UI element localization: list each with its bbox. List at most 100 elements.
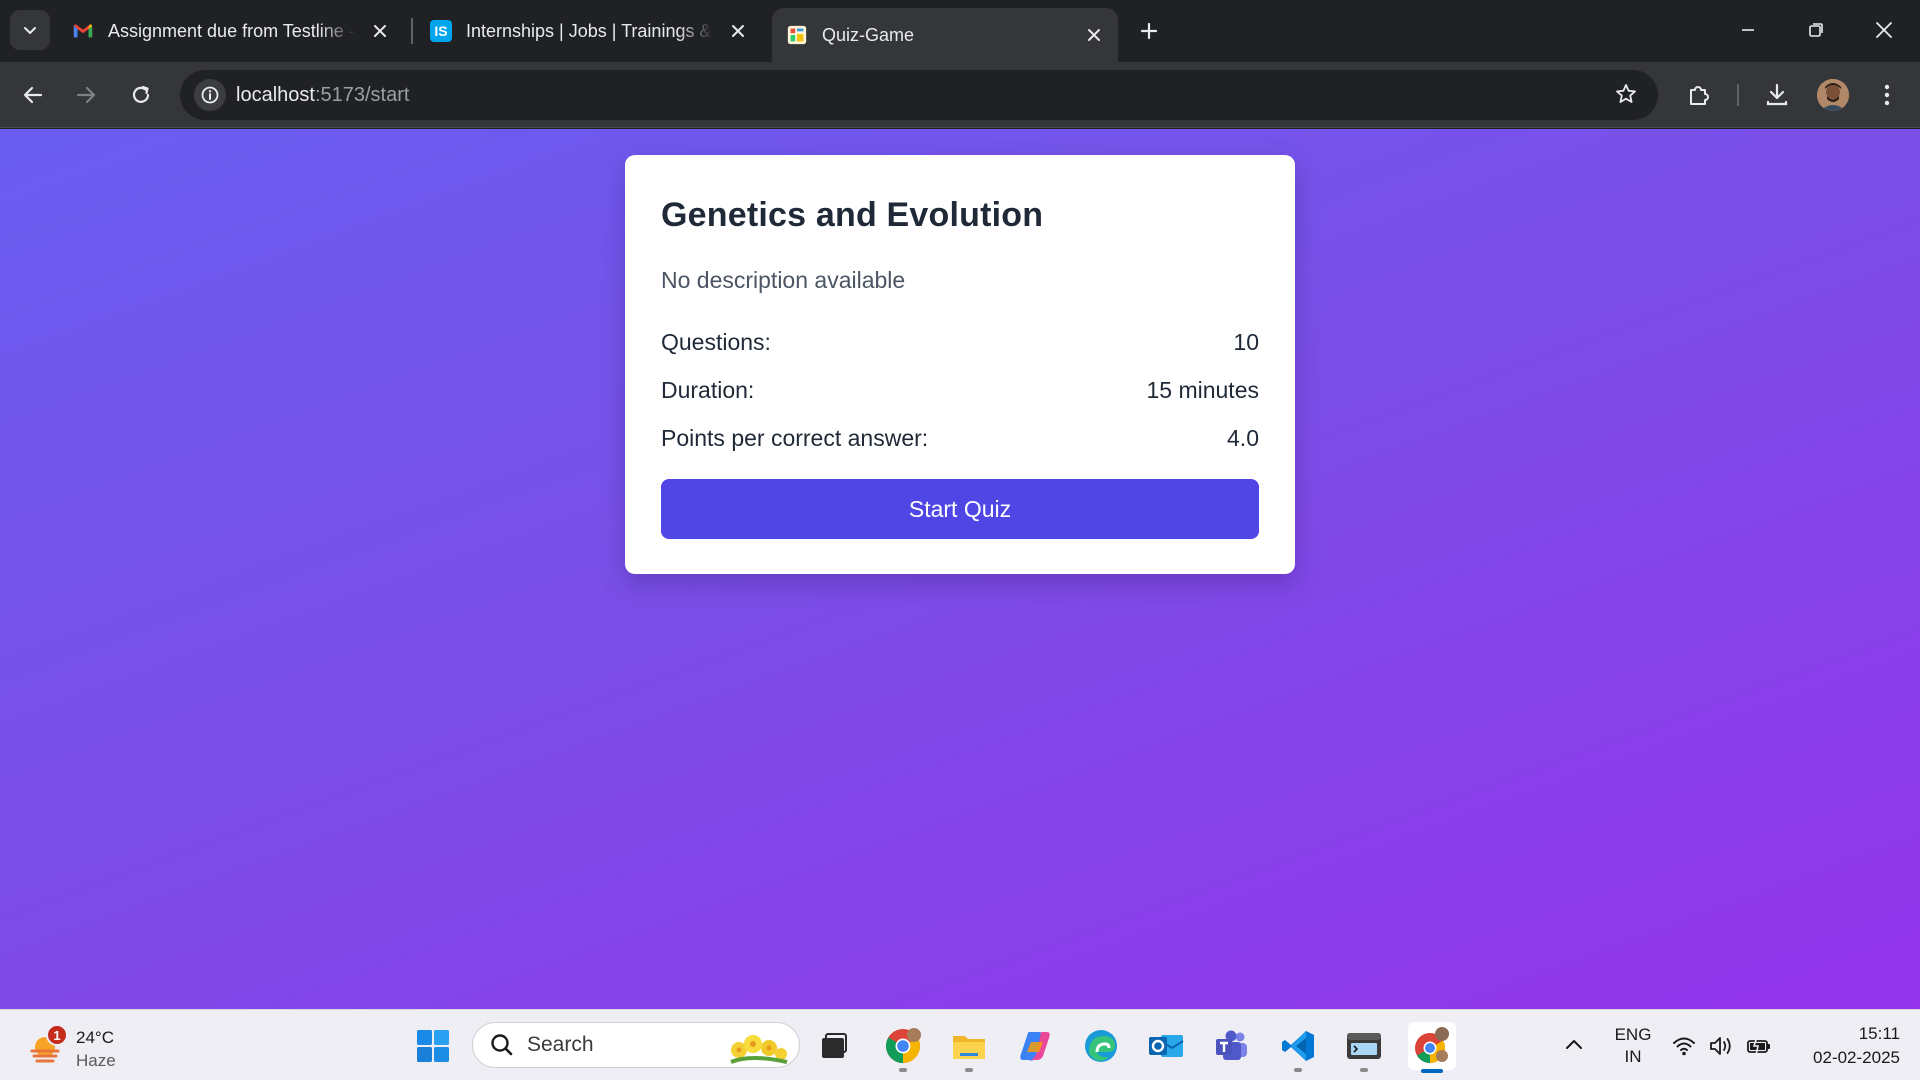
outlook-icon (1149, 1035, 1184, 1057)
vscode-button[interactable] (1278, 1026, 1318, 1066)
back-button[interactable] (14, 76, 52, 114)
teams-icon (1216, 1030, 1247, 1060)
system-tray[interactable] (1672, 1034, 1772, 1058)
reload-button[interactable] (122, 76, 160, 114)
outlook-button[interactable] (1146, 1026, 1186, 1066)
search-highlight-flowers-icon (730, 1035, 788, 1064)
search-icon (491, 1034, 513, 1056)
windows-taskbar: 1 24°C Haze Search ENG IN 15:11 02-02-20… (0, 1009, 1920, 1080)
stat-duration: Duration: 15 minutes (661, 366, 1259, 414)
stat-value: 4.0 (1227, 424, 1259, 451)
site-info-button[interactable] (194, 79, 226, 111)
minimize-button[interactable] (1728, 12, 1768, 48)
search-placeholder: Search (527, 1033, 594, 1056)
close-tab-icon[interactable] (1082, 23, 1106, 47)
browser-toolbar: localhost:5173/start (0, 62, 1920, 128)
windows-start-icon (417, 1030, 449, 1062)
address-bar[interactable]: localhost:5173/start (180, 70, 1658, 120)
task-view-button[interactable] (814, 1026, 854, 1066)
tab-gmail[interactable]: Assignment due from Testline - (58, 10, 404, 52)
stat-label: Points per correct answer: (661, 424, 929, 451)
stat-points: Points per correct answer: 4.0 (661, 414, 1259, 462)
running-indicator (899, 1068, 907, 1072)
quiz-title: Genetics and Evolution (661, 196, 1044, 234)
tab-title: Assignment due from Testline - (108, 20, 355, 41)
quiz-stats: Questions: 10 Duration: 15 minutes Point… (661, 318, 1259, 462)
stat-questions: Questions: 10 (661, 318, 1259, 366)
new-tab-button[interactable] (1132, 14, 1166, 48)
browser-tab-bar: Assignment due from Testline - IS Intern… (0, 0, 1920, 62)
show-hidden-icons-button[interactable] (1561, 1032, 1587, 1063)
close-window-button[interactable] (1864, 12, 1904, 48)
forward-button[interactable] (67, 76, 105, 114)
stat-value: 15 minutes (1146, 376, 1259, 403)
chevron-up-icon (1566, 1040, 1582, 1049)
taskbar-search[interactable]: Search (472, 1022, 800, 1068)
weather-temp: 24°C (76, 1028, 114, 1047)
restore-button[interactable] (1796, 12, 1836, 48)
language-code: ENG (1614, 1025, 1652, 1044)
url-host: localhost (236, 83, 315, 106)
task-view-icon (822, 1033, 847, 1058)
running-indicator (1294, 1068, 1302, 1072)
arrow-right-icon (76, 86, 96, 104)
clock-date: 02-02-2025 (1813, 1048, 1900, 1067)
teams-button[interactable] (1212, 1026, 1252, 1066)
toolbar-divider (1737, 84, 1739, 106)
copilot-button[interactable] (1015, 1026, 1055, 1066)
puzzle-icon (1690, 86, 1709, 105)
close-tab-icon[interactable] (368, 19, 392, 43)
download-icon (1766, 83, 1788, 106)
clock-time: 15:11 (1858, 1024, 1900, 1043)
stat-label: Questions: (661, 328, 771, 355)
tab-title: Internships | Jobs | Trainings & | (466, 20, 714, 41)
close-icon (1876, 22, 1892, 38)
system-clock[interactable]: 15:11 02-02-2025 (1790, 1022, 1900, 1070)
terminal-button[interactable] (1344, 1026, 1384, 1066)
input-language[interactable]: ENG IN (1612, 1024, 1654, 1068)
chrome-profile-taskbar-button[interactable] (1408, 1022, 1456, 1070)
profile-avatar[interactable] (1817, 79, 1849, 111)
chevron-down-icon (24, 27, 36, 34)
edge-button[interactable] (1081, 1026, 1121, 1066)
copilot-icon (1020, 1032, 1050, 1061)
info-icon (201, 86, 219, 104)
plus-icon (1140, 22, 1158, 40)
chrome-taskbar-button[interactable] (883, 1026, 923, 1066)
tab-quiz-game[interactable]: Quiz-Game (772, 8, 1118, 62)
start-button[interactable] (413, 1026, 453, 1066)
tab-separator (411, 18, 413, 44)
arrow-left-icon (23, 86, 43, 104)
close-tab-icon[interactable] (726, 19, 750, 43)
restore-icon (1809, 23, 1823, 37)
terminal-icon (1347, 1033, 1381, 1059)
running-indicator (1360, 1068, 1368, 1072)
vscode-icon (1282, 1031, 1314, 1061)
url-path: :5173/start (314, 83, 410, 106)
volume-icon (1710, 1037, 1731, 1055)
minimize-icon (1742, 29, 1754, 31)
tab-search-button[interactable] (10, 10, 50, 50)
weather-badge: 1 (46, 1024, 68, 1046)
quiz-description: No description available (661, 267, 906, 293)
active-app-indicator (1421, 1069, 1443, 1073)
quiz-start-card: Genetics and Evolution No description av… (625, 155, 1295, 574)
battery-charging-icon (1747, 1036, 1770, 1056)
chrome-icon (886, 1028, 921, 1063)
file-explorer-button[interactable] (949, 1026, 989, 1066)
reload-icon (132, 85, 150, 103)
downloads-button[interactable] (1760, 78, 1794, 112)
browser-menu-button[interactable] (1870, 78, 1904, 112)
chrome-profile-icon (1415, 1027, 1449, 1063)
region-code: IN (1624, 1047, 1642, 1066)
url-text: localhost:5173/start (236, 84, 409, 107)
start-quiz-button[interactable]: Start Quiz (661, 479, 1259, 539)
more-vertical-icon (1884, 84, 1890, 106)
stat-label: Duration: (661, 376, 755, 403)
extensions-button[interactable] (1682, 78, 1716, 112)
tab-title: Quiz-Game (822, 24, 915, 45)
tab-internshala[interactable]: IS Internships | Jobs | Trainings & | (416, 10, 762, 52)
bookmark-star-icon[interactable] (1614, 82, 1638, 111)
weather-widget[interactable]: 1 24°C Haze (28, 1024, 188, 1070)
quiz-game-icon (787, 25, 807, 45)
